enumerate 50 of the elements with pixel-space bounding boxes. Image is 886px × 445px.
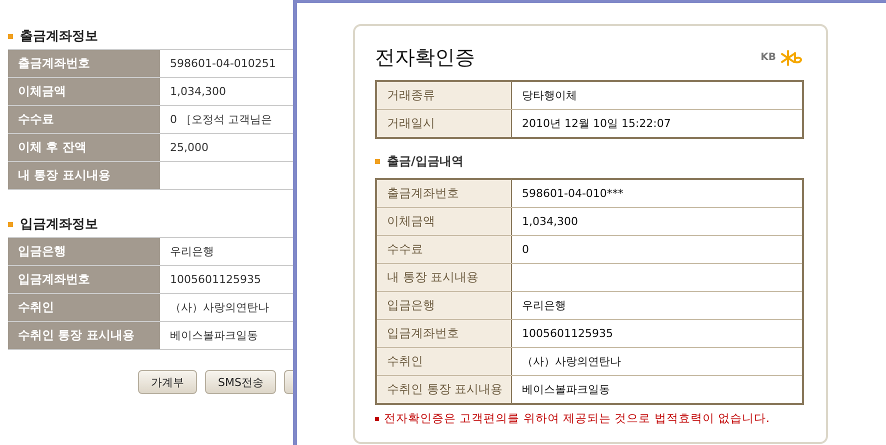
logo-text: KB — [760, 52, 776, 63]
row-value: 베이스볼파크일동 — [169, 328, 259, 344]
row-label: 수수료 — [8, 106, 160, 133]
action-button[interactable]: 가계부 — [138, 370, 197, 394]
row-label: 수취인 통장 표시내용 — [8, 322, 160, 349]
row-label: 수수료 — [377, 236, 512, 263]
row-value: 1,034,300 — [169, 84, 227, 100]
row-label: 수취인 — [377, 348, 512, 375]
row-label: 입금계좌번호 — [377, 320, 512, 347]
row-value: 0 ［오정석 고객님은 — [169, 112, 273, 128]
action-button[interactable]: SMS전송 — [205, 370, 276, 394]
row-value: 0 — [521, 242, 530, 258]
row-label: 출금계좌번호 — [377, 180, 512, 207]
section-title: 출금계좌정보 — [20, 28, 98, 45]
section-title: 출금/입금내역 — [387, 153, 464, 170]
row-label: 내 통장 표시내용 — [377, 264, 512, 291]
row-value: 2010년 12월 10일 15:22:07 — [521, 116, 672, 132]
row-label: 거래일시 — [377, 110, 512, 137]
row-value: 598601-04-010*** — [521, 186, 624, 202]
row-value: 우리은행 — [169, 244, 215, 260]
row-value: 1,034,300 — [521, 214, 579, 230]
row-label: 수취인 — [8, 294, 160, 321]
row-value: 25,000 — [169, 140, 210, 156]
row-label: 입금은행 — [377, 292, 512, 319]
row-value: （사）사랑의연탄나 — [169, 300, 270, 316]
row-value: 1005601125935 — [169, 272, 262, 288]
row-label: 거래종류 — [377, 82, 512, 109]
star-logo-icon — [780, 50, 804, 66]
row-label: 출금계좌번호 — [8, 50, 160, 77]
row-value: （사）사랑의연탄나 — [521, 354, 622, 370]
row-label: 이체 후 잔액 — [8, 134, 160, 161]
partial-button[interactable] — [284, 370, 293, 394]
disclaimer-note: 전자확인증은 고객편의를 위하여 제공되는 것으로 법적효력이 없습니다. — [384, 411, 770, 426]
row-label: 입금은행 — [8, 238, 160, 265]
bullet-icon — [8, 34, 13, 38]
row-label: 이체금액 — [8, 78, 160, 105]
row-label: 이체금액 — [377, 208, 512, 235]
row-value: 우리은행 — [521, 298, 567, 314]
row-value: 당타행이체 — [521, 88, 578, 104]
row-value: 베이스볼파크일동 — [521, 382, 611, 398]
row-label: 내 통장 표시내용 — [8, 162, 160, 189]
row-value: 1005601125935 — [521, 326, 614, 342]
bullet-icon — [375, 159, 380, 164]
section-title: 입금계좌정보 — [20, 216, 98, 233]
receipt-title: 전자확인증 — [375, 44, 475, 71]
row-value: 598601-04-010251 — [169, 56, 277, 72]
bullet-icon — [375, 416, 379, 420]
row-label: 수취인 통장 표시내용 — [377, 376, 512, 403]
row-label: 입금계좌번호 — [8, 266, 160, 293]
bullet-icon — [8, 222, 13, 226]
